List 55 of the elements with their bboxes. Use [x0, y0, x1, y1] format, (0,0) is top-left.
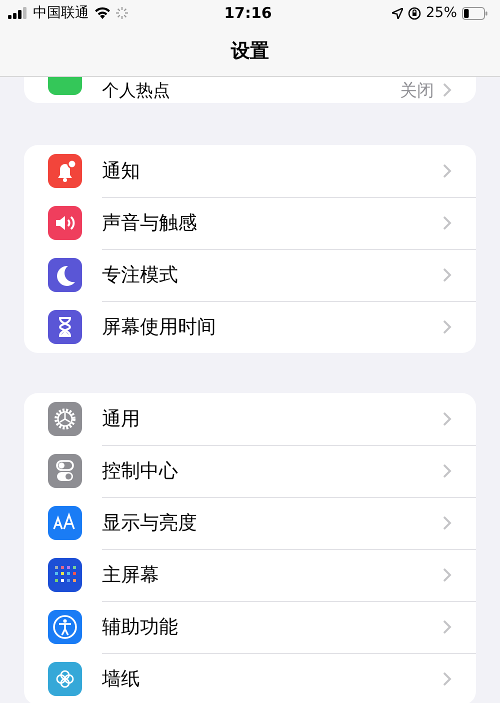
carrier-name: 中国联通 [33, 4, 89, 22]
battery-icon [462, 6, 488, 20]
row-value: 关闭 [400, 80, 434, 102]
grid-icon [48, 558, 82, 592]
chevron-icon [442, 214, 452, 230]
toggles-icon [48, 454, 82, 488]
settings-row[interactable]: 屏幕使用时间 [24, 301, 476, 353]
wifi-icon [94, 7, 111, 19]
sound-icon [48, 206, 82, 240]
hourglass-icon [48, 310, 82, 344]
settings-row[interactable]: 专注模式 [24, 249, 476, 301]
row-label: 控制中心 [102, 458, 179, 484]
row-label: 声音与触感 [102, 210, 198, 236]
settings-row[interactable]: 控制中心 [24, 445, 476, 497]
flower-icon [48, 662, 82, 696]
chevron-icon [442, 319, 452, 335]
chevron-icon [442, 671, 452, 687]
settings-row[interactable]: 主屏幕 [24, 549, 476, 601]
chevron-icon [442, 566, 452, 582]
hotspot-icon [48, 77, 82, 95]
spinner-icon [116, 7, 128, 19]
page-title: 设置 [231, 39, 269, 64]
row-label: 专注模式 [102, 262, 179, 288]
row-label: 个人热点 [102, 80, 171, 102]
moon-icon [48, 258, 82, 292]
text-icon [48, 506, 82, 540]
row-label: 主屏幕 [102, 562, 160, 588]
settings-row[interactable]: 显示与亮度 [24, 497, 476, 549]
chevron-icon [442, 462, 452, 478]
rotation-lock-icon [408, 6, 421, 20]
row-label: 通用 [102, 406, 141, 432]
row-label: 辅助功能 [102, 614, 179, 640]
chevron-icon [442, 618, 452, 634]
settings-row[interactable]: 墙纸 [24, 653, 476, 703]
settings-row[interactable]: 声音与触感 [24, 197, 476, 249]
gear-icon [48, 402, 82, 436]
signal-icon [8, 7, 28, 19]
accessibility-icon [48, 610, 82, 644]
row-label: 显示与亮度 [102, 510, 198, 536]
settings-row[interactable]: 个人热点 关闭 [24, 77, 476, 103]
chevron-icon [442, 82, 452, 98]
battery-percent: 25% [426, 5, 457, 21]
chevron-icon [442, 162, 452, 178]
settings-row[interactable]: 通知 [24, 145, 476, 197]
row-label: 通知 [102, 158, 141, 184]
row-label: 墙纸 [102, 667, 141, 692]
settings-row[interactable]: 辅助功能 [24, 601, 476, 653]
chevron-icon [442, 266, 452, 282]
settings-row[interactable]: 通用 [24, 393, 476, 445]
bell-icon [48, 154, 82, 188]
location-arrow-icon [392, 8, 403, 18]
row-label: 屏幕使用时间 [102, 315, 217, 340]
clock-time: 17:16 [224, 4, 272, 22]
chevron-icon [442, 514, 452, 530]
chevron-icon [442, 410, 452, 426]
